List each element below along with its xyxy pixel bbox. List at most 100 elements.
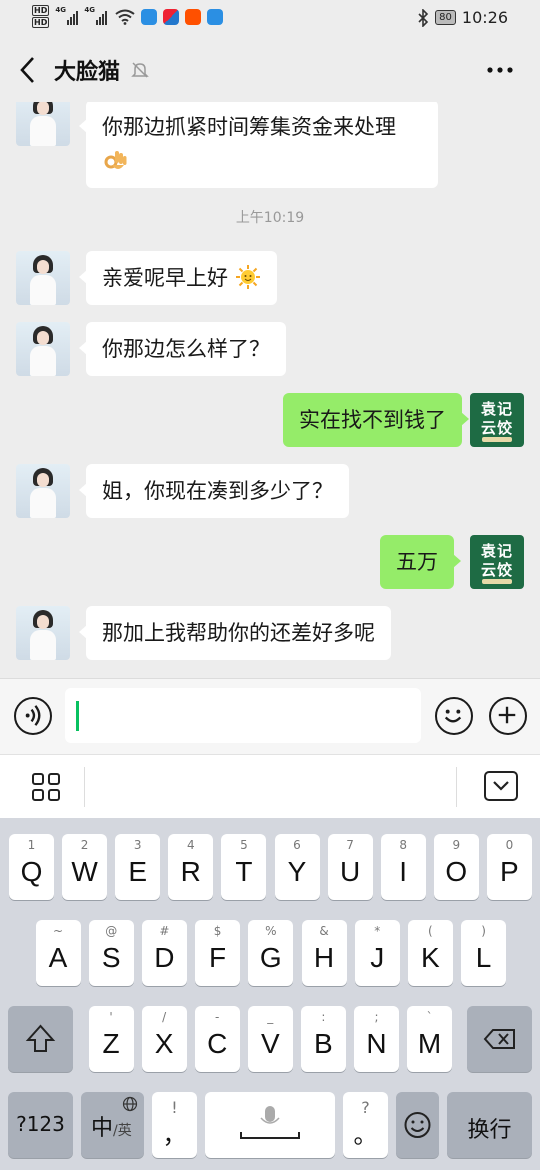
soft-keyboard: 1Q2W3E4R5T6Y7U8I9O0P ~ A @ S # D $ F% G & H * J(K) L … [0, 818, 540, 1170]
app-notification-icon [141, 8, 158, 25]
key-d[interactable]: # D [141, 920, 187, 986]
space-key[interactable] [205, 1092, 335, 1158]
clock: 10:26 [461, 8, 508, 27]
key-secondary-label: 5 [240, 838, 248, 852]
keyboard-toolbar [0, 754, 540, 818]
key-a[interactable]: ~ A [35, 920, 81, 986]
more-options-icon[interactable] [486, 60, 514, 80]
key-label: V [260, 1028, 280, 1059]
message-text: 亲爱呢早上好 [102, 266, 228, 290]
key-f[interactable]: $ F [195, 920, 241, 986]
key-secondary-label: # [159, 924, 170, 938]
key-l[interactable]: ) L [461, 920, 507, 986]
key-label: Q [20, 856, 43, 887]
message-text: 五万 [396, 550, 438, 574]
key-u[interactable]: 7U [327, 834, 373, 900]
message-text: 你那边怎么样了？ [102, 337, 270, 361]
emoji-icon[interactable] [435, 697, 473, 735]
key-label: H [313, 942, 335, 973]
contact-avatar[interactable] [16, 102, 70, 146]
divider [84, 767, 85, 807]
contact-avatar[interactable] [16, 322, 70, 376]
message-bubble[interactable]: 那加上我帮助你的还差好多呢 [79, 606, 391, 660]
key-b[interactable]: :B [300, 1006, 346, 1072]
key-c[interactable]: -C [194, 1006, 240, 1072]
key-z[interactable]: ' Z [88, 1006, 134, 1072]
comma-key[interactable]: ! ， [152, 1092, 197, 1158]
chat-messages[interactable]: 你那边抓紧时间筹集资金来处理 上午10:19 亲爱呢早上好 你那边怎么样了？ 实… [0, 102, 540, 678]
key-label: C [207, 1028, 228, 1059]
backspace-key[interactable] [467, 1006, 532, 1072]
key-r[interactable]: 4R [168, 834, 214, 900]
bluetooth-icon [418, 8, 429, 27]
back-arrow-icon[interactable] [18, 54, 38, 86]
key-m[interactable]: ` M [407, 1006, 453, 1072]
key-q[interactable]: 1Q [9, 834, 54, 900]
key-j[interactable]: * J [354, 920, 400, 986]
taobao-icon [185, 8, 202, 25]
key-label: J [370, 942, 385, 973]
my-avatar[interactable]: 袁记 云饺 [470, 535, 524, 589]
key-secondary-label: ` [426, 1010, 433, 1024]
key-v[interactable]: _ V [247, 1006, 293, 1072]
divider [456, 767, 457, 807]
voice-input-icon[interactable] [14, 697, 52, 735]
message-input-bar [0, 678, 540, 754]
video-app-icon [163, 8, 180, 25]
wifi-icon [115, 9, 135, 25]
language-switch-key[interactable]: 中/英 [81, 1092, 144, 1158]
key-e[interactable]: 3E [115, 834, 161, 900]
key-secondary-label: _ [267, 1010, 274, 1024]
key-y[interactable]: 6Y [274, 834, 320, 900]
period-key[interactable]: ? 。 [343, 1092, 388, 1158]
key-label: Y [287, 856, 307, 887]
message-bubble[interactable]: 亲爱呢早上好 [79, 251, 277, 305]
key-n[interactable]: ; N [354, 1006, 399, 1072]
smiley-icon [404, 1112, 431, 1138]
message-bubble[interactable]: 姐，你现在凑到多少了？ [79, 464, 349, 518]
key-label: W [71, 856, 98, 887]
enter-key[interactable]: 换行 [447, 1092, 532, 1158]
mute-bell-icon [131, 62, 149, 78]
my-message-bubble[interactable]: 五万 [380, 535, 461, 589]
add-more-icon[interactable] [489, 697, 527, 735]
key-s[interactable]: @ S [88, 920, 134, 986]
shift-key[interactable] [8, 1006, 73, 1072]
key-p[interactable]: 0P [486, 834, 532, 900]
key-label: E [128, 856, 148, 887]
contact-avatar[interactable] [16, 251, 70, 305]
message-bubble[interactable]: 你那边抓紧时间筹集资金来处理 [79, 102, 438, 188]
keyboard-menu-grid-icon[interactable] [32, 773, 60, 801]
my-avatar[interactable]: 袁记 云饺 [470, 393, 524, 447]
key-label: Z [102, 1028, 120, 1059]
key-label: A [48, 942, 68, 973]
hide-keyboard-icon[interactable] [484, 771, 518, 801]
sun-emoji-icon [235, 265, 260, 289]
key-secondary-label: - [215, 1010, 220, 1024]
key-i[interactable]: 8I [380, 834, 426, 900]
key-secondary-label: / [162, 1010, 167, 1024]
key-label: T [235, 856, 253, 887]
key-o[interactable]: 9O [433, 834, 479, 900]
key-label: G [259, 942, 282, 973]
key-h[interactable]: & H [301, 920, 347, 986]
my-message-bubble[interactable]: 实在找不到钱了 [283, 393, 469, 447]
key-x[interactable]: / X [141, 1006, 187, 1072]
contact-avatar[interactable] [16, 464, 70, 518]
message-bubble[interactable]: 你那边怎么样了？ [79, 322, 286, 376]
message-text-field[interactable] [65, 688, 421, 743]
key-k[interactable]: (K [407, 920, 453, 986]
emoji-key[interactable] [396, 1092, 439, 1158]
key-w[interactable]: 2W [62, 834, 108, 900]
message-text: 那加上我帮助你的还差好多呢 [102, 621, 375, 645]
contact-avatar[interactable] [16, 606, 70, 660]
signal-icon: 4G [55, 6, 79, 25]
status-bar: HD HD 4G 4G 80 10:26 [0, 0, 540, 38]
numbers-key[interactable]: ?123 [8, 1092, 73, 1158]
key-secondary-label: 8 [399, 838, 407, 852]
key-g[interactable]: % G [248, 920, 294, 986]
key-secondary-label: 4 [186, 838, 195, 852]
key-label: F [209, 942, 227, 973]
key-secondary-label: 3 [133, 838, 142, 852]
key-t[interactable]: 5T [221, 834, 267, 900]
